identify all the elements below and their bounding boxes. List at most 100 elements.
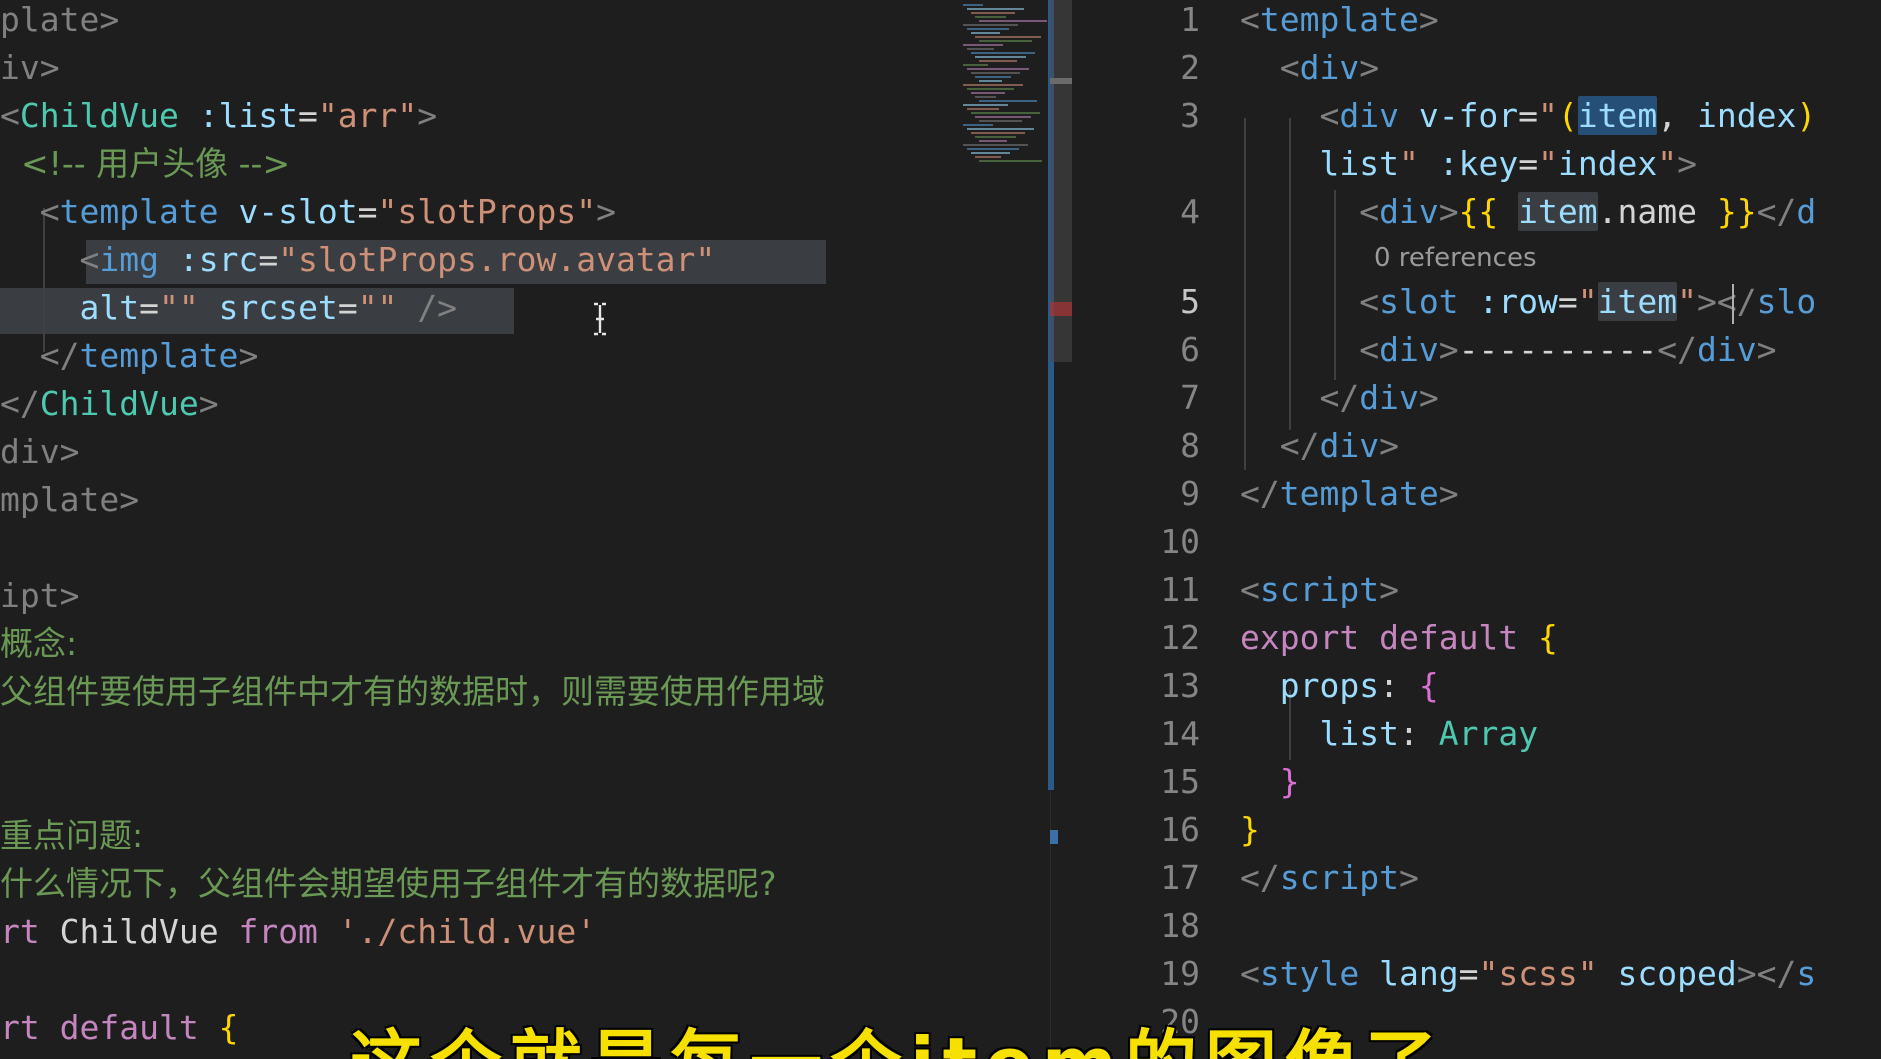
- code-line[interactable]: <div>{{ item.name }}</d: [1240, 188, 1816, 236]
- code-token: ></: [1697, 282, 1757, 321]
- left-editor-pane[interactable]: plate> iv> <ChildVue :list="arr"> <!-- 用户头…: [0, 0, 1050, 1059]
- code-token: "": [357, 288, 398, 327]
- code-token: ): [1796, 96, 1817, 135]
- code-line[interactable]: ipt>: [0, 572, 79, 620]
- code-token: <: [1240, 570, 1260, 609]
- code-line[interactable]: plate>: [0, 0, 119, 44]
- code-line[interactable]: list" :key="index">: [1240, 140, 1697, 188]
- code-line[interactable]: list: Array: [1240, 710, 1538, 758]
- minimap-line: [967, 8, 1024, 10]
- code-token: >: [1677, 144, 1698, 183]
- minimap-line: [963, 104, 1008, 106]
- line-number: 8: [1180, 426, 1200, 465]
- code-token: div: [1379, 330, 1439, 369]
- minimap-line: [971, 32, 1000, 34]
- code-token: "": [158, 288, 199, 327]
- code-line[interactable]: <slot :row="item"></slo: [1240, 278, 1816, 326]
- minimap[interactable]: [957, 0, 1047, 170]
- code-line[interactable]: }: [1240, 758, 1300, 806]
- code-token: </: [1240, 858, 1280, 897]
- code-line[interactable]: <script>: [1240, 566, 1399, 614]
- code-line[interactable]: export default {: [1240, 614, 1558, 662]
- code-token: :: [1398, 714, 1439, 753]
- minimap-line: [975, 16, 1006, 18]
- code-token: ></: [1736, 954, 1797, 993]
- code-token: v-slot: [238, 192, 358, 231]
- code-line[interactable]: </ChildVue>: [0, 380, 219, 428]
- code-token: ": [1538, 144, 1558, 183]
- text-cursor: [1732, 284, 1734, 324]
- code-token: >: [198, 384, 219, 423]
- code-line[interactable]: <div>: [1240, 44, 1379, 92]
- code-line[interactable]: <template v-slot="slotProps">: [0, 188, 616, 236]
- code-line[interactable]: <div>----------</div>: [1240, 326, 1776, 374]
- code-token: slot: [1379, 282, 1459, 321]
- code-line[interactable]: </script>: [1240, 854, 1419, 902]
- code-line[interactable]: rt ChildVue from './child.vue': [0, 908, 596, 956]
- code-line[interactable]: </div>: [1240, 374, 1439, 422]
- code-line[interactable]: mplate>: [0, 476, 139, 524]
- code-token: =: [298, 96, 318, 135]
- code-line[interactable]: <template>: [1240, 0, 1439, 44]
- line-number: 1: [1180, 0, 1200, 39]
- minimap-line: [971, 52, 1035, 54]
- code-token: <: [1240, 954, 1260, 993]
- code-line[interactable]: </div>: [1240, 422, 1399, 470]
- code-token: ChildVue: [39, 384, 199, 423]
- code-token: =: [357, 192, 378, 231]
- code-token: 什么情况下，父组件会期望使用子组件才有的数据呢?: [0, 864, 777, 903]
- code-token: "slotProps": [377, 192, 597, 231]
- code-line[interactable]: 父组件要使用子组件中才有的数据时，则需要使用作用域: [0, 668, 825, 716]
- code-token: ": [1677, 282, 1698, 321]
- code-line[interactable]: 什么情况下，父组件会期望使用子组件才有的数据呢?: [0, 860, 777, 908]
- code-line[interactable]: <div v-for="(item, index): [1240, 92, 1816, 140]
- code-token: >: [1418, 378, 1439, 417]
- code-token: >: [1418, 0, 1439, 39]
- line-number: 6: [1180, 330, 1200, 369]
- code-token: </: [0, 384, 40, 423]
- code-token: =: [258, 240, 279, 279]
- code-token: rt: [0, 912, 40, 951]
- code-token: <: [1240, 192, 1380, 231]
- code-token: {: [1538, 618, 1558, 657]
- code-token: template: [59, 192, 219, 231]
- minimap-line: [963, 124, 993, 126]
- line-number: 15: [1160, 762, 1200, 801]
- code-line[interactable]: }: [1240, 806, 1260, 854]
- code-token: >: [1438, 474, 1459, 513]
- code-token: ": [1538, 96, 1558, 135]
- code-line[interactable]: <img :src="slotProps.row.avatar": [0, 236, 715, 284]
- code-token: index: [1697, 96, 1797, 135]
- code-token: ": [1577, 282, 1598, 321]
- code-line[interactable]: <!-- 用户头像 -->: [0, 140, 290, 188]
- codelens-references[interactable]: 0 references: [1374, 240, 1537, 276]
- code-token: template: [1259, 0, 1419, 39]
- code-line[interactable]: 概念:: [0, 620, 77, 668]
- code-line[interactable]: alt="" srcset="" />: [0, 284, 457, 332]
- code-token: <: [0, 96, 20, 135]
- code-line[interactable]: <style lang="scss" scoped></s: [1240, 950, 1816, 998]
- code-token: list: [1319, 144, 1399, 183]
- code-line[interactable]: </template>: [1240, 470, 1459, 518]
- code-line[interactable]: 重点问题:: [0, 812, 143, 860]
- code-token: <: [1240, 48, 1300, 87]
- code-line[interactable]: iv>: [0, 44, 60, 92]
- minimap-line: [963, 4, 983, 6]
- code-line[interactable]: rt default {: [0, 1004, 238, 1052]
- code-line[interactable]: </template>: [0, 332, 259, 380]
- right-editor-background: [1072, 0, 1881, 1059]
- code-token: "arr": [317, 96, 418, 135]
- code-line[interactable]: props: {: [1240, 662, 1439, 710]
- code-line[interactable]: div>: [0, 428, 79, 476]
- code-line[interactable]: <ChildVue :list="arr">: [0, 92, 437, 140]
- minimap-line: [979, 60, 1017, 62]
- code-token: './child.vue': [337, 912, 597, 951]
- highlighted-symbol: item: [1597, 282, 1678, 321]
